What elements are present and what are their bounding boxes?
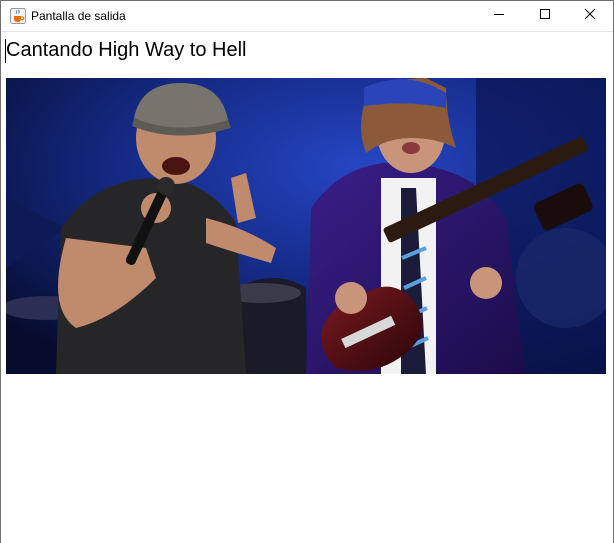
minimize-icon [493, 7, 505, 25]
window-title: Pantalla de salida [31, 9, 126, 23]
minimize-button[interactable] [476, 1, 522, 31]
close-icon [584, 7, 596, 25]
song-label: Cantando High Way to Hell [6, 39, 247, 61]
content-panel: Cantando High Way to Hell [1, 31, 613, 543]
maximize-icon [539, 7, 551, 25]
java-cup-icon [10, 8, 26, 24]
close-button[interactable] [567, 1, 613, 31]
title-bar[interactable]: Pantalla de salida [1, 1, 613, 31]
concert-photo [6, 78, 606, 374]
app-window: Pantalla de salida Cantando High Way to … [0, 0, 614, 543]
maximize-button[interactable] [522, 1, 568, 31]
